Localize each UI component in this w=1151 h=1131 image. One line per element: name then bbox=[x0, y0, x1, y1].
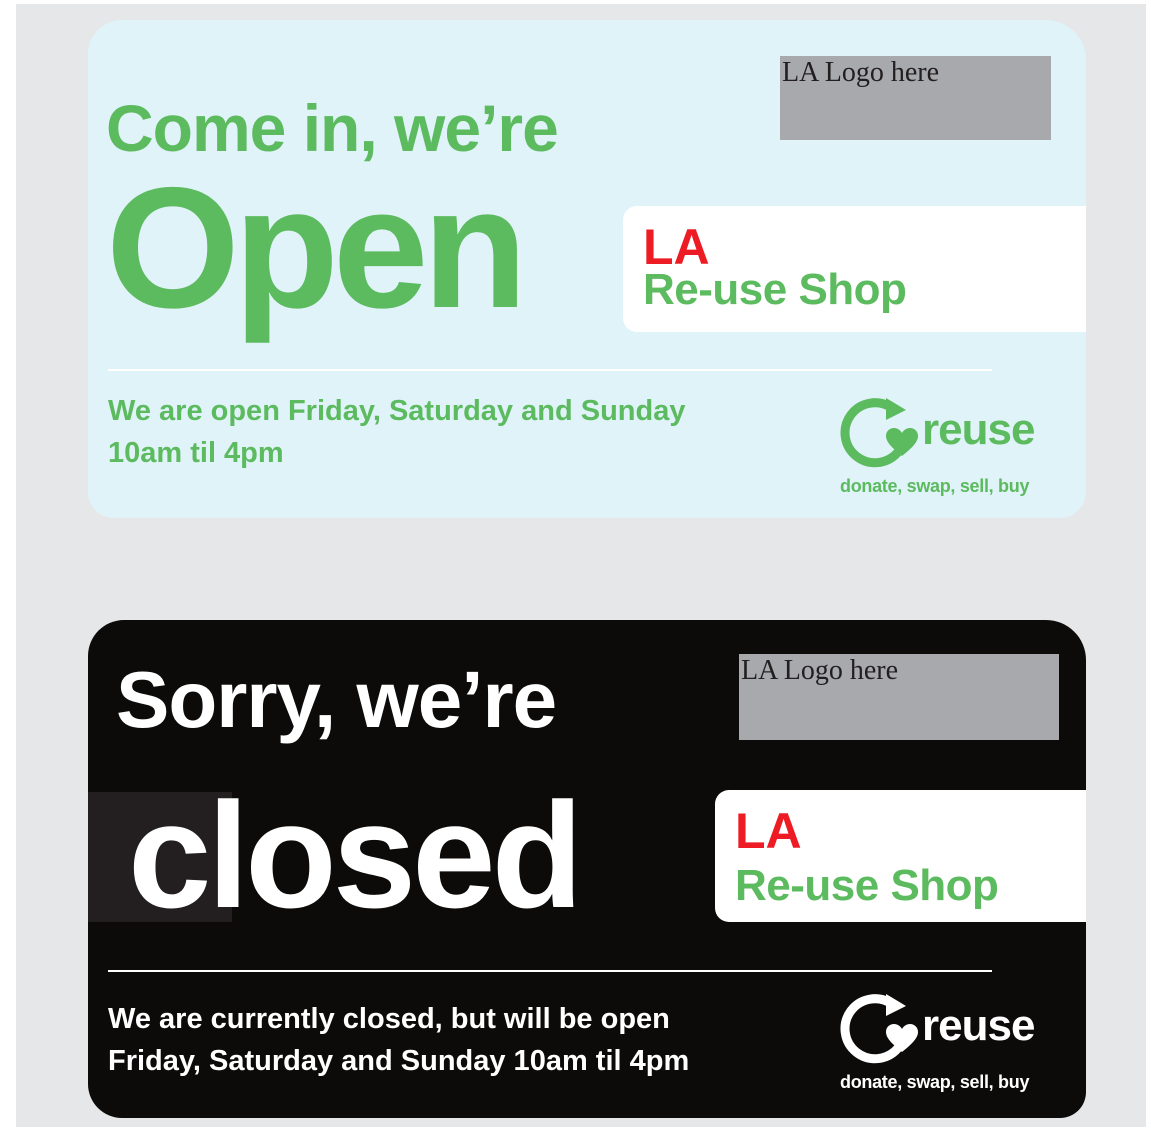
open-reuse-word: reuse bbox=[922, 405, 1035, 454]
open-hours-line-1: We are open Friday, Saturday and Sunday bbox=[108, 395, 686, 427]
closed-shop-name: Re-use Shop bbox=[735, 861, 999, 910]
closed-reuse-word: reuse bbox=[922, 1001, 1035, 1050]
closed-logo-placeholder: LA Logo here bbox=[739, 654, 1059, 740]
open-logo-placeholder: LA Logo here bbox=[780, 56, 1051, 140]
closed-divider bbox=[108, 970, 992, 972]
open-hours-text: We are open Friday, Saturday and Sunday … bbox=[108, 390, 685, 474]
closed-sign: Sorry, we’re closed LA Logo here LA Re-u… bbox=[88, 620, 1086, 1118]
closed-hours-line-1: We are currently closed, but will be ope… bbox=[108, 1003, 670, 1035]
closed-big-word: closed bbox=[128, 771, 583, 939]
closed-logo-placeholder-text: LA Logo here bbox=[741, 655, 899, 686]
open-divider bbox=[108, 369, 992, 371]
closed-hours-text: We are currently closed, but will be ope… bbox=[108, 998, 689, 1082]
reuse-arrow-heart-icon bbox=[840, 994, 918, 1064]
open-hours-line-2: 10am til 4pm bbox=[108, 437, 284, 469]
closed-headline: Sorry, we’re bbox=[116, 655, 557, 744]
open-logo-placeholder-text: LA Logo here bbox=[782, 57, 940, 88]
closed-reuse-logo: reuse donate, swap, sell, buy bbox=[830, 990, 1060, 1100]
open-shop-name: Re-use Shop bbox=[643, 265, 907, 314]
open-reuse-logo: reuse donate, swap, sell, buy bbox=[830, 394, 1060, 504]
open-big-word: Open bbox=[106, 152, 528, 344]
closed-shop-prefix: LA bbox=[735, 803, 802, 859]
closed-reuse-tagline: donate, swap, sell, buy bbox=[840, 1072, 1030, 1092]
reuse-arrow-heart-icon bbox=[840, 398, 918, 468]
open-sign: Come in, we’re Open LA Logo here LA Re-u… bbox=[88, 20, 1086, 518]
closed-shop-label: LA Re-use Shop bbox=[715, 790, 1086, 922]
open-shop-label: LA Re-use Shop bbox=[623, 206, 1086, 332]
closed-hours-line-2: Friday, Saturday and Sunday 10am til 4pm bbox=[108, 1045, 690, 1077]
open-reuse-tagline: donate, swap, sell, buy bbox=[840, 476, 1030, 496]
